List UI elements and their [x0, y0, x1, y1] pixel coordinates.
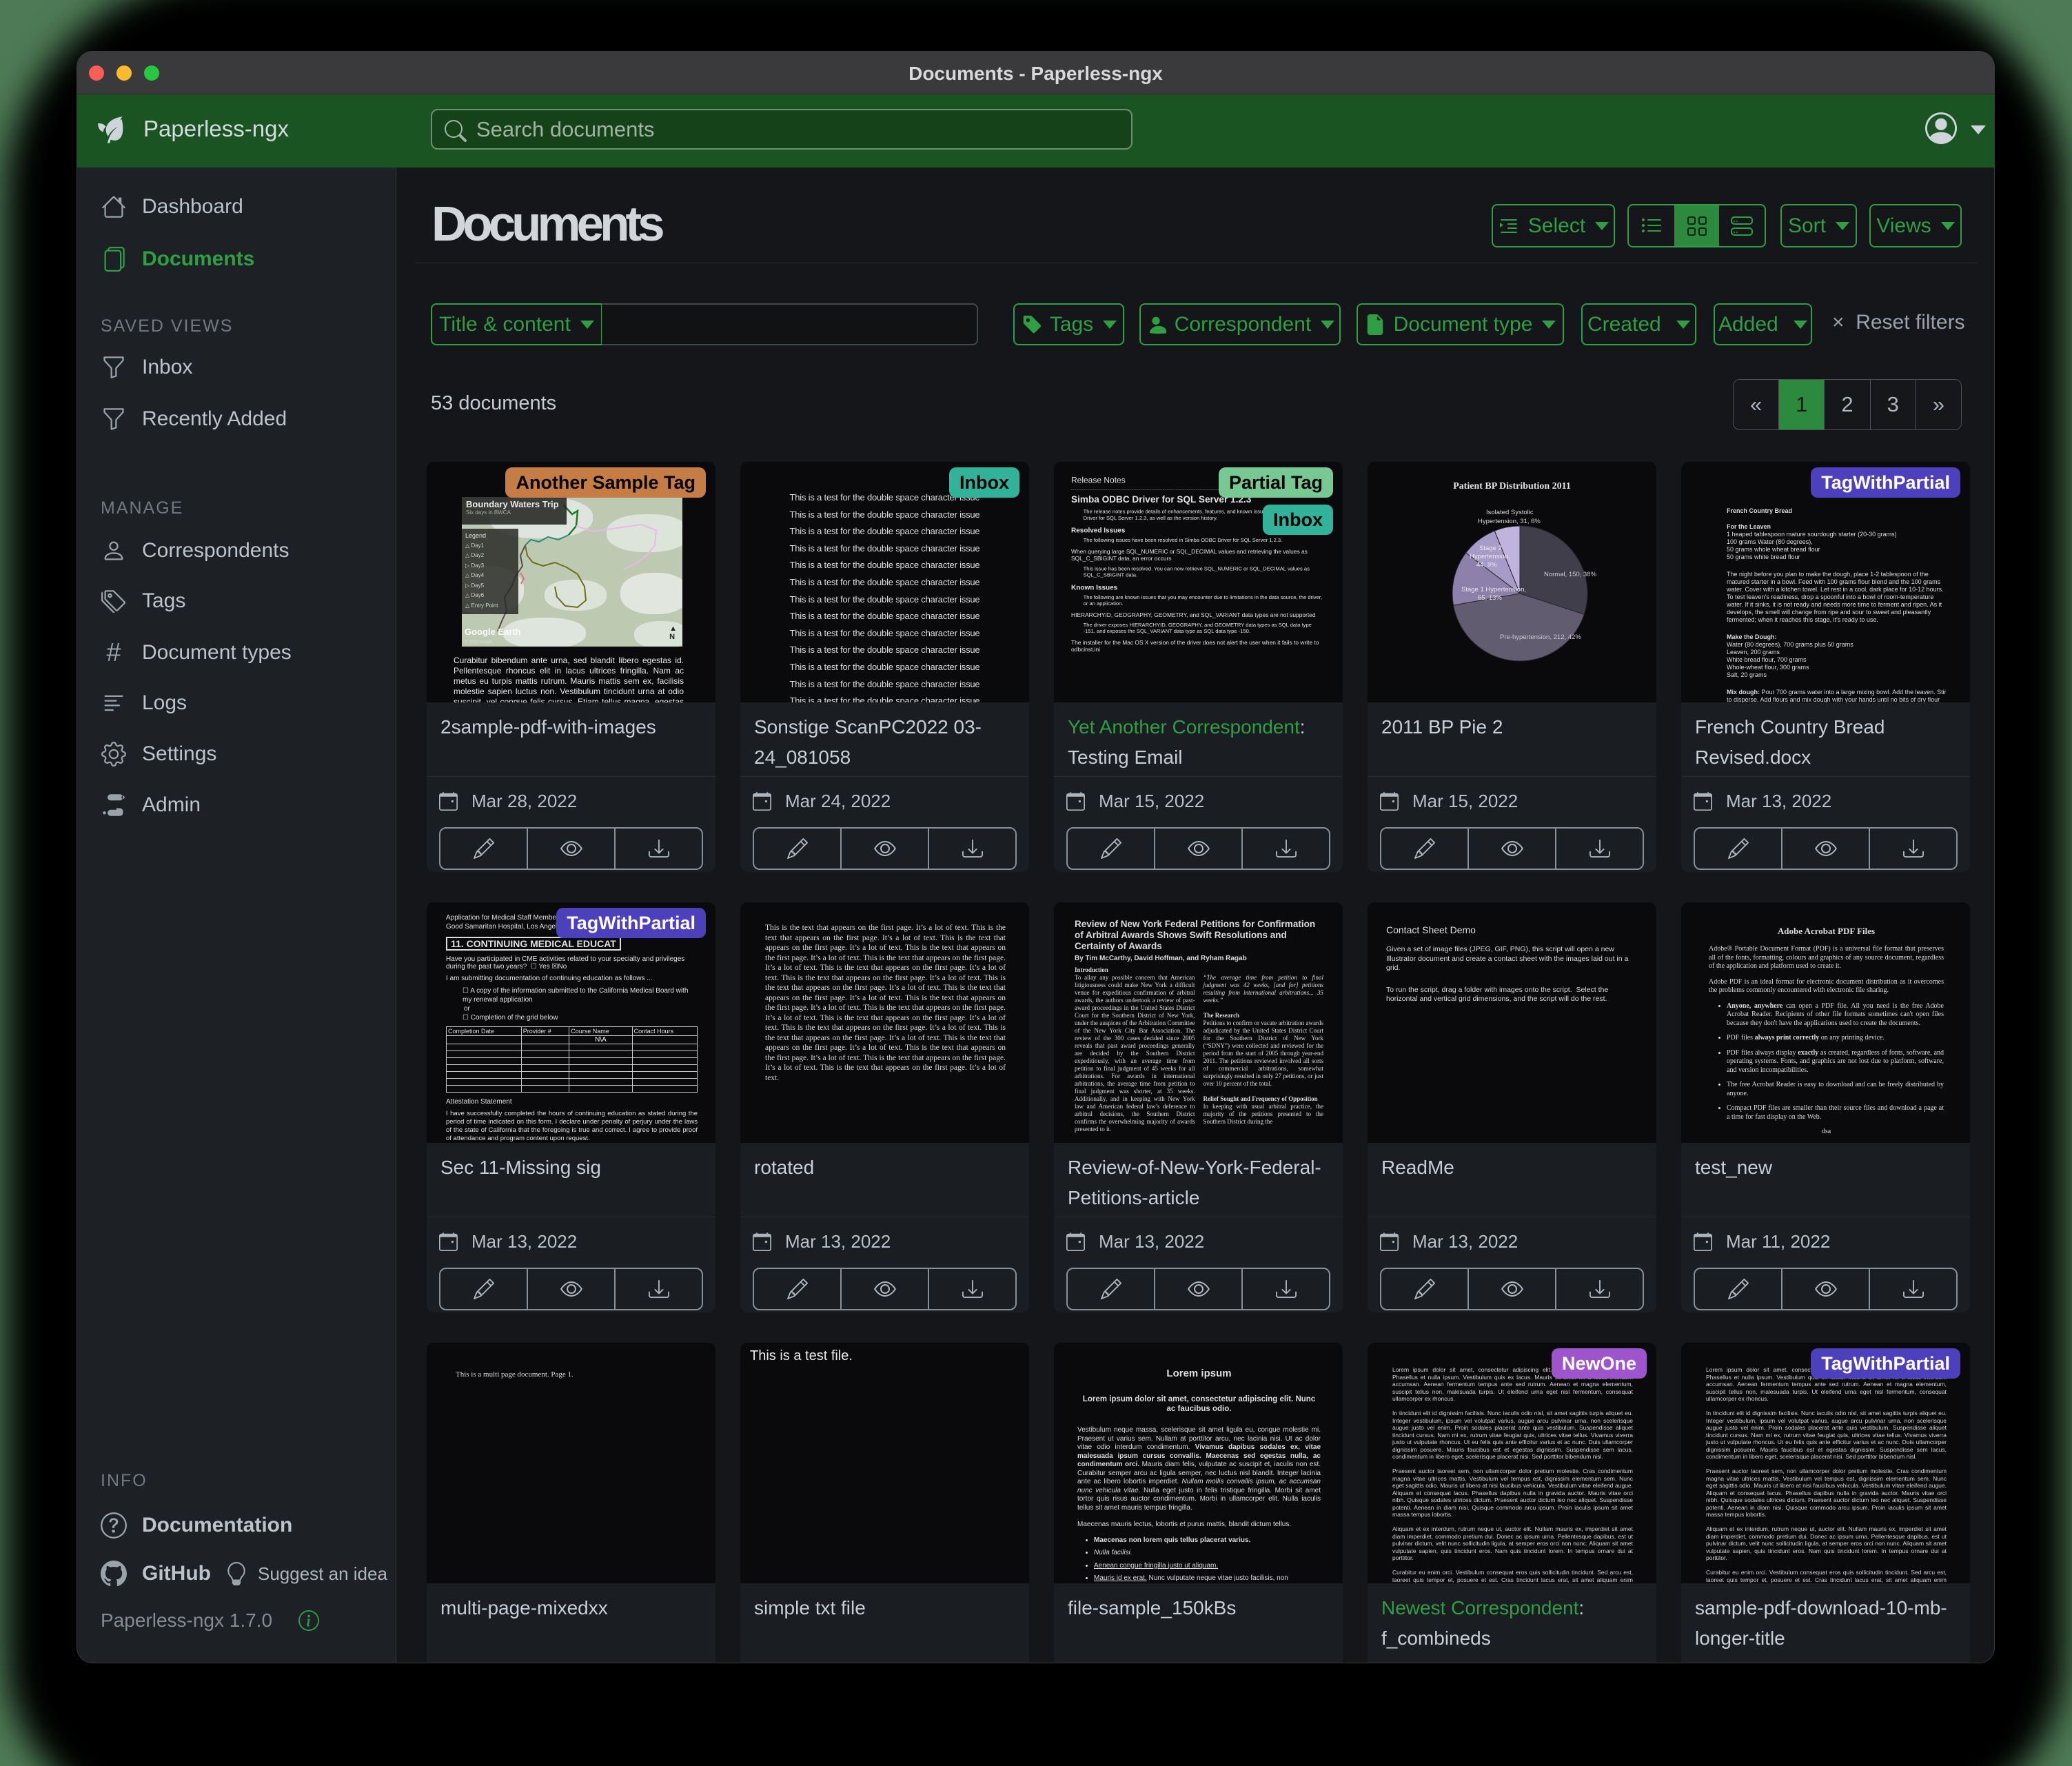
svg-text:65, 13%: 65, 13% — [1478, 594, 1502, 602]
svg-text:Pre-hypertension, 212, 42%: Pre-hypertension, 212, 42% — [1500, 633, 1581, 641]
svg-text:Hypertension,: Hypertension, — [1470, 553, 1510, 560]
svg-text:Hypertension, 31, 6%: Hypertension, 31, 6% — [1478, 518, 1541, 525]
svg-text:Isolated Systolic: Isolated Systolic — [1486, 509, 1534, 516]
svg-text:Stage 2: Stage 2 — [1479, 545, 1502, 552]
svg-text:Stage 1 Hypertension,: Stage 1 Hypertension, — [1461, 586, 1526, 593]
svg-text:Normal, 150, 38%: Normal, 150, 38% — [1544, 571, 1597, 578]
svg-text:44, 9%: 44, 9% — [1476, 561, 1497, 569]
